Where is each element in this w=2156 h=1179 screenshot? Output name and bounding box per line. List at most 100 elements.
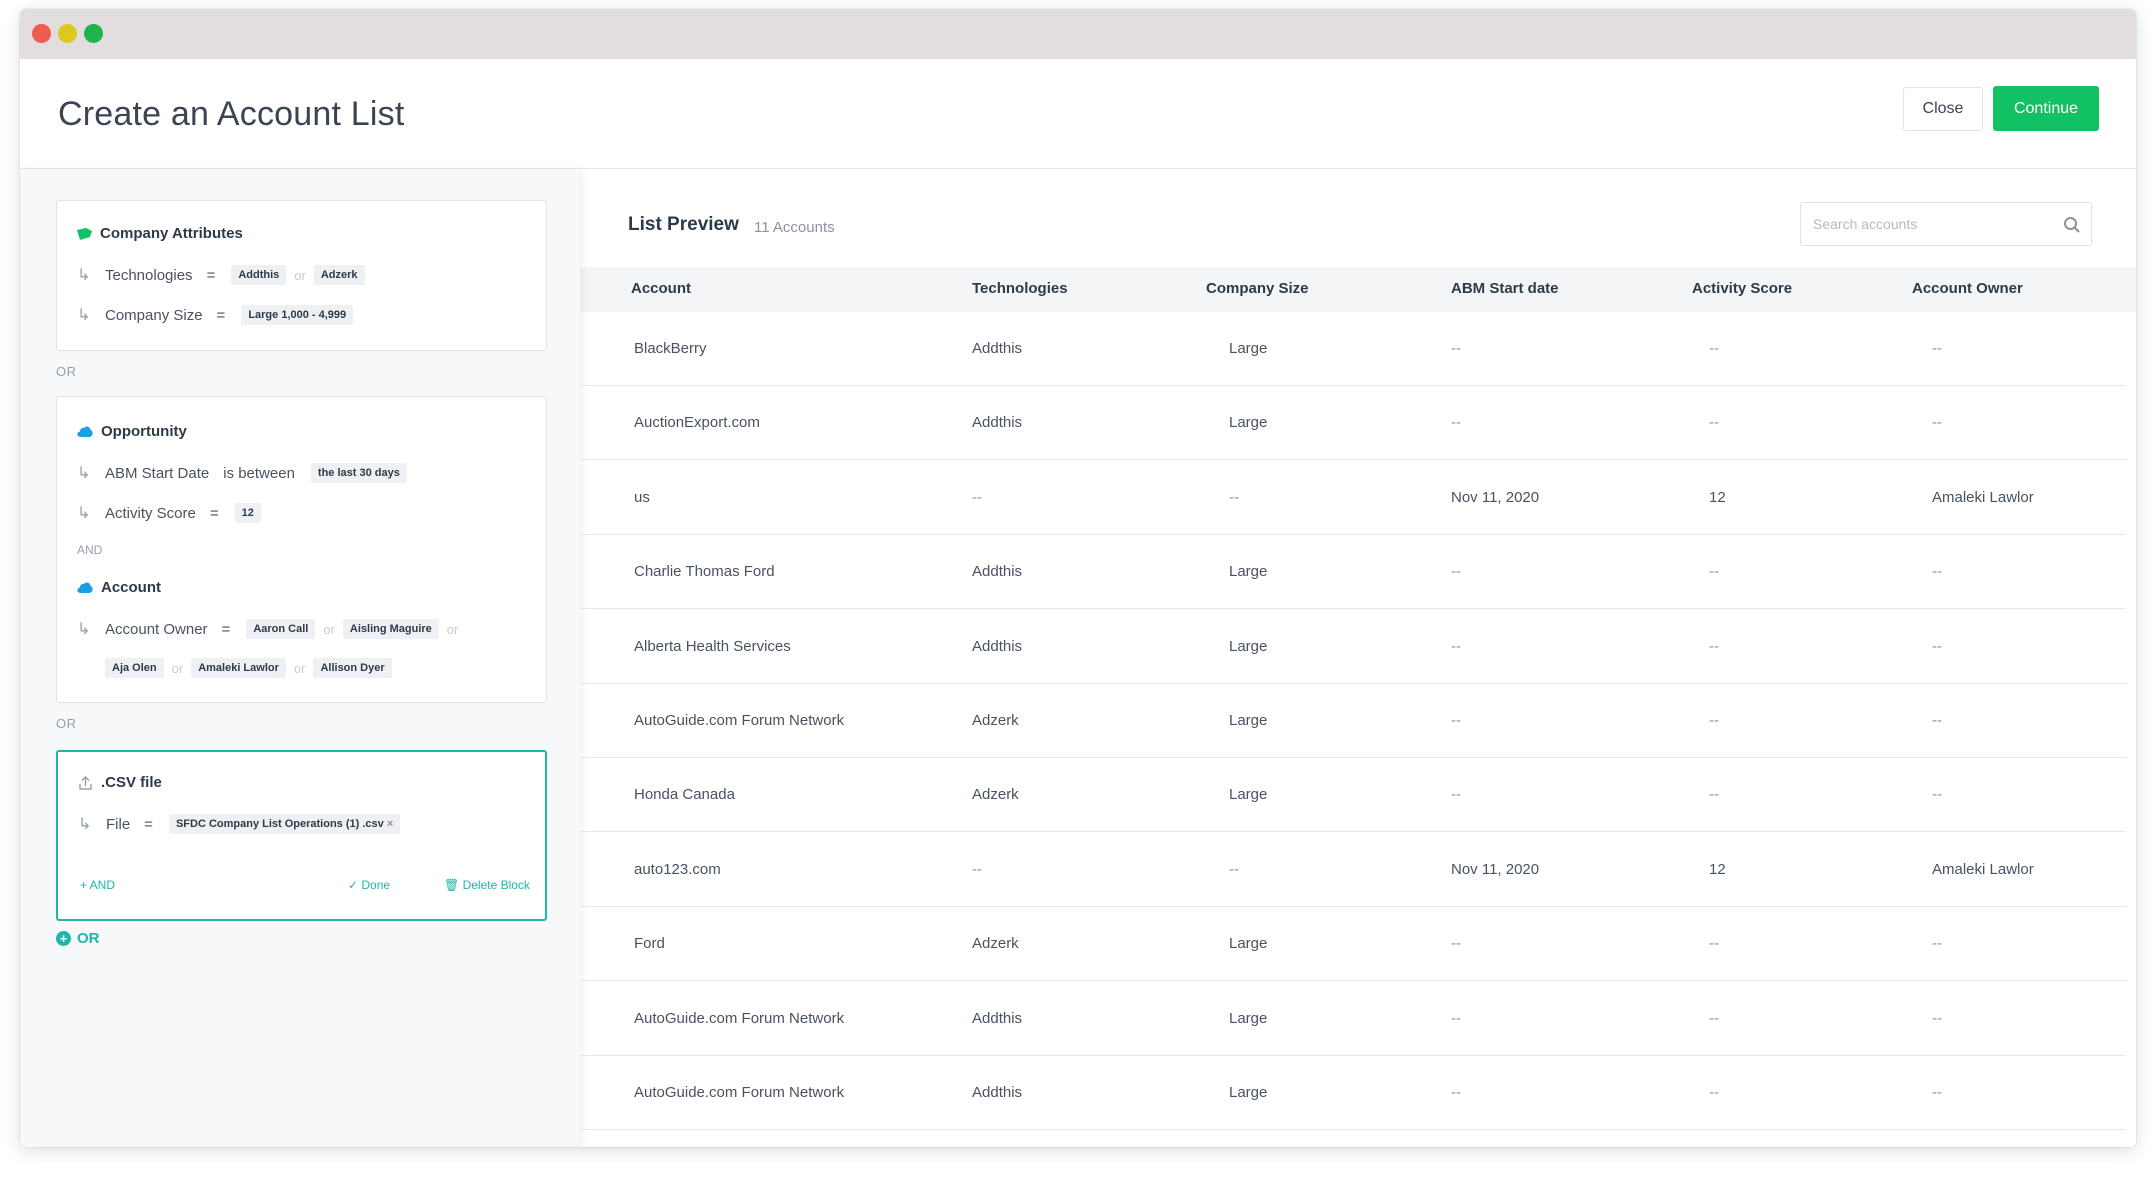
value-chip[interactable]: Aja Olen — [105, 658, 164, 678]
table-cell-account-owner: -- — [1932, 340, 1942, 357]
table-cell-account[interactable]: auto123.com — [634, 861, 721, 878]
table-cell-account-owner: -- — [1932, 1009, 1942, 1027]
or-connector: or — [294, 267, 306, 283]
table-cell-activity-score: -- — [1709, 712, 1719, 729]
value-chip[interactable]: Addthis — [231, 265, 287, 285]
table-row[interactable]: Honda Canada Adzerk Large -- -- -- — [580, 758, 2126, 833]
table-row[interactable]: BlackBerry Addthis Large -- -- -- — [580, 312, 2126, 386]
condition-operator: = — [216, 306, 226, 324]
table-row[interactable]: us -- -- Nov 11, 2020 12 Amaleki Lawlor — [580, 461, 2126, 535]
table-row[interactable]: auto123.com -- -- Nov 11, 2020 12 Amaleki Law… — [580, 833, 2126, 907]
search-icon[interactable] — [2063, 216, 2081, 234]
table-cell-activity-score: -- — [1709, 935, 1719, 953]
table-cell-technologies: Addthis — [972, 563, 1023, 581]
indent-arrow-icon: ↳ — [78, 816, 92, 833]
criteria-block-company-attributes[interactable]: Company Attributes ↳ Technologies = Addt… — [56, 200, 547, 351]
delete-block-button[interactable]: 🗑 Delete Block — [444, 878, 530, 892]
table-cell-account[interactable]: BlackBerry — [634, 340, 707, 357]
condition-account-owner[interactable]: ↳ Account Owner = Aaron Call or Aisling … — [77, 619, 466, 639]
or-connector: or — [171, 660, 184, 676]
table-cell-account-owner: -- — [1932, 637, 1942, 655]
value-chip[interactable]: Aisling Maguire — [342, 619, 439, 639]
condition-file[interactable]: ↳ File = SFDC Company List Operations (1… — [78, 814, 401, 834]
value-chip[interactable]: Allison Dyer — [313, 658, 392, 678]
add-or-button[interactable]: + OR — [56, 930, 100, 947]
window-minimize-dot[interactable] — [58, 24, 77, 43]
block-title: Opportunity — [77, 423, 187, 440]
or-separator: OR — [56, 364, 77, 379]
table-row[interactable]: AutoGuide.com Forum Network Addthis Large -… — [580, 982, 2126, 1056]
table-cell-account[interactable]: AutoGuide.com Forum Network — [634, 712, 844, 729]
condition-company-size[interactable]: ↳ Company Size = Large 1,000 - 4,999 — [77, 305, 354, 325]
table-cell-account[interactable]: Honda Canada — [634, 786, 735, 803]
column-header-abm-start-date[interactable]: ABM Start date — [1451, 280, 1559, 297]
table-cell-abm-start-date: -- — [1451, 563, 1461, 581]
search-input[interactable] — [1813, 203, 2053, 245]
done-button[interactable]: ✓ Done — [348, 878, 390, 892]
page-body: Company Attributes ↳ Technologies = Addt… — [20, 170, 2136, 1147]
table-cell-account[interactable]: AuctionExport.com — [634, 414, 760, 431]
or-separator: OR — [56, 716, 77, 731]
condition-field: Account Owner — [105, 620, 208, 638]
table-cell-account[interactable]: Ford — [634, 935, 665, 952]
table-cell-company-size: Large — [1229, 1009, 1268, 1027]
column-header-account-owner[interactable]: Account Owner — [1912, 280, 2023, 297]
search-box — [1800, 202, 2092, 246]
condition-account-owner-continued[interactable]: Aja Olen or Amaleki Lawlor or Allison Dy… — [105, 658, 392, 678]
value-chip[interactable]: Aaron Call — [246, 619, 316, 639]
column-header-activity-score[interactable]: Activity Score — [1692, 280, 1792, 297]
table-row[interactable]: Alberta Health Services Addthis Large -- -- -… — [580, 610, 2126, 684]
table-cell-account-owner: -- — [1932, 786, 1942, 804]
table-cell-technologies: Addthis — [972, 637, 1023, 655]
continue-button[interactable]: Continue — [1993, 86, 2099, 131]
condition-activity-score[interactable]: ↳ Activity Score = 12 — [77, 503, 261, 523]
table-cell-account[interactable]: us — [634, 489, 650, 506]
condition-technologies[interactable]: ↳ Technologies = Addthis or Adzerk — [77, 265, 365, 285]
block-title-label: Opportunity — [101, 423, 187, 440]
table-cell-abm-start-date: -- — [1451, 935, 1461, 953]
window-close-dot[interactable] — [32, 24, 51, 43]
criteria-block-opportunity[interactable]: Opportunity ↳ ABM Start Date is between … — [56, 396, 547, 703]
table-cell-abm-start-date: Nov 11, 2020 — [1451, 860, 1540, 878]
table-cell-technologies: Addthis — [972, 1084, 1023, 1101]
value-chip[interactable]: 12 — [234, 503, 261, 523]
indent-arrow-icon: ↳ — [77, 621, 91, 638]
value-chip[interactable]: Amaleki Lawlor — [191, 658, 286, 678]
table-cell-company-size: Large — [1229, 786, 1268, 804]
column-header-technologies[interactable]: Technologies — [972, 280, 1068, 297]
or-connector: or — [293, 660, 306, 676]
table-cell-activity-score: -- — [1709, 563, 1719, 581]
table-row[interactable]: AutoGuide.com Forum Network Adzerk Large --… — [580, 684, 2126, 758]
table-cell-account[interactable]: AutoGuide.com Forum Network — [634, 1084, 844, 1101]
table-row[interactable]: AuctionExport.com Addthis Large -- -- -- — [580, 386, 2126, 461]
criteria-block-csv-file[interactable]: .CSV file ↳ File = SFDC Company List Ope… — [56, 750, 547, 921]
value-chip[interactable]: Large 1,000 - 4,999 — [241, 305, 354, 325]
table-row[interactable]: Ford Adzerk Large -- -- -- — [580, 907, 2126, 982]
table-cell-account[interactable]: Charlie Thomas Ford — [634, 563, 775, 580]
window-maximize-dot[interactable] — [84, 24, 103, 43]
upload-icon — [79, 775, 92, 790]
table-cell-account[interactable]: Alberta Health Services — [634, 638, 791, 655]
table-cell-activity-score: -- — [1709, 637, 1719, 655]
table-cell-technologies: Addthis — [972, 1009, 1023, 1027]
value-chip[interactable]: the last 30 days — [310, 463, 407, 483]
list-builder-panel: Company Attributes ↳ Technologies = Addt… — [20, 170, 580, 1147]
table-row[interactable]: Charlie Thomas Ford Addthis Large -- -- -- — [580, 535, 2126, 610]
add-and-button[interactable]: + AND — [80, 878, 115, 892]
remove-file-icon[interactable]: × — [387, 818, 393, 830]
account-count: 11 Accounts — [754, 219, 835, 236]
block-title: .CSV file — [78, 774, 162, 791]
title-bar — [20, 9, 2136, 59]
table-cell-account[interactable]: AutoGuide.com Forum Network — [634, 1010, 844, 1027]
table-cell-company-size: Large — [1229, 935, 1268, 953]
table-cell-abm-start-date: -- — [1451, 340, 1461, 357]
column-header-company-size[interactable]: Company Size — [1206, 280, 1309, 297]
table-row[interactable]: AutoGuide.com Forum Network Addthis Large -… — [580, 1056, 2126, 1130]
close-button[interactable]: Close — [1903, 87, 1983, 131]
column-header-account[interactable]: Account — [631, 280, 691, 297]
file-chip[interactable]: SFDC Company List Operations (1) .csv × — [168, 814, 401, 834]
condition-abm-start-date[interactable]: ↳ ABM Start Date is between the last 30 … — [77, 463, 407, 483]
table-cell-abm-start-date: -- — [1451, 637, 1461, 655]
value-chip[interactable]: Adzerk — [313, 265, 365, 285]
table-cell-company-size: Large — [1229, 563, 1268, 581]
